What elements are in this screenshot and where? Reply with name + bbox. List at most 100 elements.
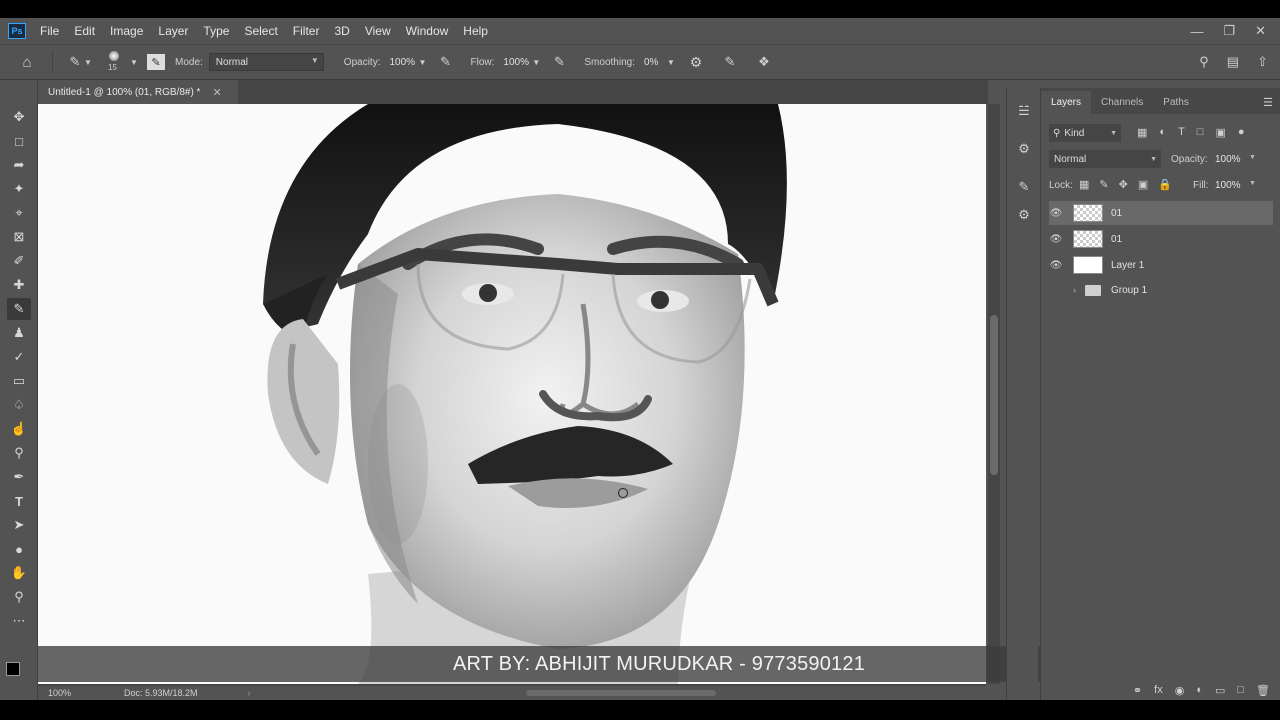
smudge-tool-icon[interactable]: ☝ — [7, 418, 31, 440]
filter-toggle-icon[interactable]: ● — [1238, 126, 1245, 139]
menu-file[interactable]: File — [40, 24, 59, 38]
visibility-toggle-empty[interactable]: 👁 — [1049, 285, 1063, 296]
tab-paths[interactable]: Paths — [1153, 97, 1199, 114]
layer-opacity-value[interactable]: 100% — [1215, 154, 1241, 165]
filter-kind-dropdown[interactable]: ⚲ Kind ▼ — [1049, 124, 1121, 142]
gear-icon[interactable]: ⚙ — [687, 54, 705, 71]
stamp-tool-icon[interactable]: ♟ — [7, 322, 31, 344]
layer-style-icon[interactable]: fx — [1154, 684, 1163, 696]
workspace-icon[interactable]: ▤ — [1227, 54, 1239, 70]
visibility-eye-icon[interactable]: 👁 — [1049, 260, 1063, 271]
document-tab[interactable]: Untitled-1 @ 100% (01, RGB/8#) * ✕ — [38, 80, 238, 104]
lock-position-icon[interactable]: ✥ — [1119, 178, 1128, 191]
lock-artboard-icon[interactable]: ▣ — [1138, 178, 1148, 191]
menu-3d[interactable]: 3D — [334, 24, 349, 38]
adjustment-filter-icon[interactable]: ◐ — [1159, 126, 1166, 139]
horizontal-scroll-thumb[interactable] — [526, 690, 716, 696]
path-selection-tool-icon[interactable]: ➤ — [7, 514, 31, 536]
marquee-tool-icon[interactable]: □ — [7, 130, 31, 152]
symmetry-icon[interactable]: ❖ — [755, 54, 773, 70]
eyedropper-tool-icon[interactable]: ✐ — [7, 250, 31, 272]
hand-tool-icon[interactable]: ✋ — [7, 562, 31, 584]
trash-icon[interactable]: 🗑 — [1256, 684, 1270, 697]
lock-all-icon[interactable]: 🔒 — [1158, 178, 1172, 191]
group-row[interactable]: 👁 › Group 1 — [1049, 278, 1269, 302]
eraser-tool-icon[interactable]: ▭ — [7, 370, 31, 392]
mode-dropdown[interactable]: Normal ▼ — [208, 53, 324, 71]
chevron-down-icon[interactable]: ▼ — [83, 58, 93, 67]
menu-view[interactable]: View — [365, 24, 391, 38]
pressure-size-icon[interactable]: ✎ — [721, 54, 739, 70]
smart-object-filter-icon[interactable]: ▣ — [1215, 126, 1225, 139]
more-tools-icon[interactable]: ⋯ — [7, 610, 31, 632]
fill-value[interactable]: 100% — [1215, 180, 1241, 191]
layer-row[interactable]: 👁 01 — [1049, 227, 1269, 251]
tab-channels[interactable]: Channels — [1091, 97, 1153, 114]
adjustments-panel-icon[interactable]: ⚙ — [1015, 206, 1033, 224]
properties-panel-icon[interactable]: ⚙ — [1015, 140, 1033, 158]
panel-menu-icon[interactable]: ☰ — [1263, 96, 1273, 109]
menu-filter[interactable]: Filter — [293, 24, 320, 38]
airbrush-icon[interactable]: ✎ — [550, 54, 568, 70]
flow-field[interactable]: 100% — [500, 53, 530, 71]
adjustment-layer-icon[interactable]: ◐ — [1196, 684, 1203, 696]
new-layer-icon[interactable]: □ — [1237, 684, 1244, 696]
type-tool-icon[interactable]: T — [7, 490, 31, 512]
chevron-down-icon[interactable]: ▼ — [665, 58, 677, 67]
blend-mode-dropdown[interactable]: Normal ▼ — [1049, 150, 1161, 168]
lasso-tool-icon[interactable]: ➦ — [7, 154, 31, 176]
ellipse-tool-icon[interactable]: ● — [7, 538, 31, 560]
menu-select[interactable]: Select — [244, 24, 277, 38]
history-brush-tool-icon[interactable]: ✓ — [7, 346, 31, 368]
brush-preset-picker[interactable]: 15 — [103, 49, 125, 75]
lock-transparency-icon[interactable]: ▦ — [1079, 178, 1089, 191]
canvas[interactable] — [38, 104, 986, 684]
chevron-down-icon[interactable]: ▼ — [416, 58, 428, 67]
type-filter-icon[interactable]: T — [1178, 126, 1185, 139]
healing-brush-tool-icon[interactable]: ✚ — [7, 274, 31, 296]
share-icon[interactable]: ⇧ — [1257, 54, 1268, 70]
smoothing-field[interactable]: 0% — [641, 53, 665, 71]
close-tab-icon[interactable]: ✕ — [212, 86, 221, 99]
menu-layer[interactable]: Layer — [158, 24, 188, 38]
lock-pixels-icon[interactable]: ✎ — [1099, 178, 1108, 191]
chevron-right-icon[interactable]: › — [248, 688, 251, 698]
menu-type[interactable]: Type — [203, 24, 229, 38]
brush-tool-icon[interactable]: ✎ — [67, 54, 83, 70]
move-tool-icon[interactable]: ✥ — [7, 106, 31, 128]
chevron-right-icon[interactable]: › — [1073, 285, 1085, 295]
visibility-eye-icon[interactable]: 👁 — [1049, 208, 1063, 219]
menu-edit[interactable]: Edit — [74, 24, 95, 38]
minimize-icon[interactable]: — — [1190, 24, 1203, 39]
pixel-filter-icon[interactable]: ▦ — [1137, 126, 1147, 139]
quick-select-tool-icon[interactable]: ✦ — [7, 178, 31, 200]
brush-tool-icon[interactable]: ✎ — [7, 298, 31, 320]
chevron-down-icon[interactable]: ▼ — [530, 58, 542, 67]
menu-help[interactable]: Help — [463, 24, 488, 38]
document-size[interactable]: Doc: 5.93M/18.2M — [124, 688, 198, 698]
brush-settings-icon[interactable]: ✎ — [147, 54, 165, 70]
menu-image[interactable]: Image — [110, 24, 143, 38]
paint-bucket-tool-icon[interactable]: ♤ — [7, 394, 31, 416]
layer-row[interactable]: 👁 01 — [1049, 201, 1273, 225]
crop-tool-icon[interactable]: ⌖ — [7, 202, 31, 224]
chevron-down-icon[interactable]: ▼ — [1249, 180, 1256, 187]
brushes-panel-icon[interactable]: ✎ — [1015, 178, 1033, 196]
new-group-icon[interactable]: ▭ — [1215, 684, 1225, 697]
dodge-tool-icon[interactable]: ⚲ — [7, 442, 31, 464]
close-icon[interactable]: ✕ — [1255, 23, 1266, 39]
foreground-color-swatch[interactable] — [6, 662, 20, 676]
frame-tool-icon[interactable]: ⊠ — [7, 226, 31, 248]
tab-layers[interactable]: Layers — [1041, 91, 1092, 114]
restore-icon[interactable]: ❐ — [1223, 23, 1235, 39]
home-icon[interactable]: ⌂ — [16, 54, 38, 71]
search-icon[interactable]: ⚲ — [1199, 54, 1209, 70]
zoom-tool-icon[interactable]: ⚲ — [7, 586, 31, 608]
chevron-down-icon[interactable]: ▼ — [129, 58, 139, 67]
opacity-field[interactable]: 100% — [386, 53, 416, 71]
zoom-level[interactable]: 100% — [48, 688, 108, 698]
pen-tool-icon[interactable]: ✒ — [7, 466, 31, 488]
history-panel-icon[interactable]: ☱ — [1015, 102, 1033, 120]
link-layers-icon[interactable]: ⚭ — [1133, 684, 1142, 697]
add-mask-icon[interactable]: ◉ — [1175, 684, 1185, 697]
